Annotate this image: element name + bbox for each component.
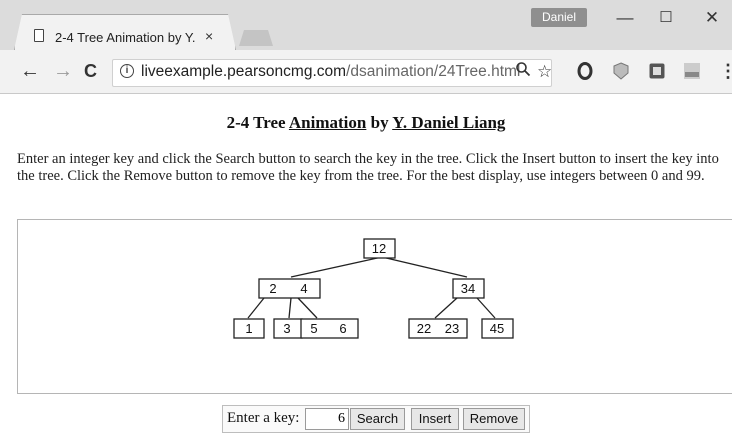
key-input[interactable] [305, 408, 349, 430]
edge-left-leaf56 [297, 297, 318, 319]
document-icon [34, 29, 44, 42]
key-34: 34 [461, 281, 475, 296]
key-45: 45 [490, 321, 504, 336]
instructions-text: Enter an integer key and click the Searc… [17, 151, 719, 184]
edge-left-leaf1 [247, 297, 265, 319]
info-icon[interactable]: i [120, 64, 134, 78]
minimize-button[interactable]: — [610, 8, 640, 28]
key-12: 12 [372, 241, 386, 256]
tab-close-icon[interactable]: × [205, 28, 213, 44]
key-23: 23 [445, 321, 459, 336]
key-3: 3 [283, 321, 290, 336]
edge-left-leaf3 [288, 297, 292, 319]
menu-icon[interactable]: ⋮ [719, 60, 732, 82]
key-4: 4 [300, 281, 307, 296]
key-2: 2 [269, 281, 276, 296]
key-5: 5 [310, 321, 317, 336]
maximize-button[interactable]: ☐ [651, 8, 681, 28]
edge-root-right [381, 256, 468, 278]
tree-node-left [258, 278, 321, 299]
key-1: 1 [245, 321, 252, 336]
new-tab-button[interactable] [239, 30, 273, 46]
forward-icon[interactable]: → [53, 60, 73, 82]
profile-button[interactable]: Daniel [531, 8, 587, 27]
opera-extension-icon[interactable] [576, 62, 594, 80]
key-label: Enter a key: [227, 410, 300, 426]
key-22: 22 [417, 321, 431, 336]
edge-right-leaf45 [476, 297, 496, 319]
back-icon[interactable]: ← [20, 60, 40, 82]
author-link[interactable]: Y. Daniel Liang [392, 113, 505, 132]
insert-button[interactable]: Insert [411, 408, 459, 430]
reload-icon[interactable]: C [84, 60, 97, 82]
animation-link[interactable]: Animation [289, 113, 366, 132]
edge-right-leaf2223 [434, 297, 458, 319]
qee-extension-icon[interactable] [683, 62, 701, 80]
page-title: 2-4 Tree Animation by Y. Daniel Liang [226, 113, 506, 132]
search-button[interactable]: Search [350, 408, 405, 430]
url-text[interactable]: liveexample.pearsoncmg.com/dsanimation/2… [141, 63, 520, 81]
key-6: 6 [339, 321, 346, 336]
remove-button[interactable]: Remove [463, 408, 525, 430]
tab-title[interactable]: 2-4 Tree Animation by Y. [55, 30, 195, 45]
close-window-button[interactable]: ✕ [697, 8, 727, 28]
zoom-icon[interactable] [515, 61, 531, 83]
square-extension-icon[interactable] [648, 62, 666, 80]
star-icon[interactable]: ☆ [537, 61, 552, 83]
shield-extension-icon[interactable] [612, 62, 630, 80]
edge-root-left [290, 256, 383, 278]
tree-drawing: 12 2 4 34 1 3 5 6 22 23 45 [233, 238, 514, 339]
